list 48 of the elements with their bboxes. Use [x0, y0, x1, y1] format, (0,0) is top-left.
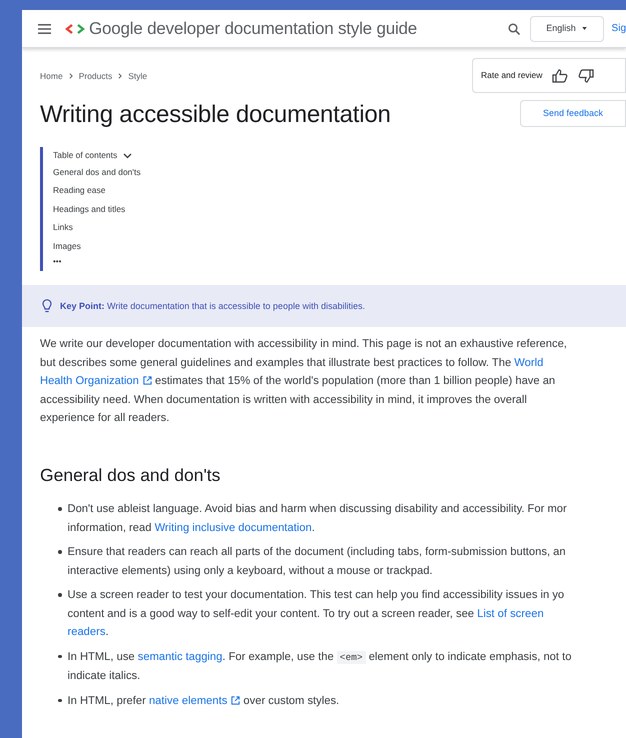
external-link-icon — [142, 376, 152, 386]
thumbs-up-icon[interactable] — [552, 68, 568, 82]
list-item-text: In HTML, use semantic tagging. For example, use the <em> element only to indicate emphasis, not to indicate italics. — [68, 650, 572, 684]
toc-link[interactable]: Links — [53, 218, 626, 237]
code-brackets-icon[interactable] — [65, 24, 85, 34]
bullet-icon — [58, 698, 62, 702]
list-item-text: In HTML, prefer native elements over custom styles. — [68, 694, 340, 708]
link[interactable]: semantic tagging — [138, 650, 222, 662]
menu-icon[interactable] — [38, 24, 51, 34]
sign-in-link[interactable]: Sig — [612, 21, 626, 36]
section-heading: General dos and don'ts — [40, 464, 222, 487]
chevron-right-icon — [68, 73, 73, 80]
link[interactable]: native elements — [148, 694, 228, 706]
link[interactable]: Health Organization — [40, 375, 139, 388]
breadcrumb-link[interactable]: Style — [128, 70, 148, 83]
breadcrumb-link[interactable]: Home — [40, 70, 63, 83]
list-item-text: Don't use ableist language. Avoid bias and harm when discussing disability and accessibility. For mor information, read Writing inclusive documentation. — [68, 502, 567, 536]
lightbulb-icon — [42, 299, 52, 314]
send-feedback-button[interactable]: Send feedback — [520, 100, 626, 127]
toc-link[interactable]: General dos and don'ts — [53, 162, 626, 182]
intro-paragraph: We write our developer documentation with accessibility in mind. This page is not an exhaustive reference, but describes some general guidelines and examples that illustrate best practices to follow. The World Health Organization estimates that 15% of the world's population (more than 1 billion people) have an accessibility need. When documentation is written with accessibility in mind, it improves the overall experience for all readers. — [40, 337, 568, 426]
link[interactable]: readers — [68, 626, 106, 638]
search-icon[interactable] — [508, 22, 520, 34]
rate-and-review-label: Rate and review — [481, 69, 542, 82]
chevron-icon[interactable] — [123, 152, 132, 159]
site-title[interactable]: Google developer documentation style guide — [89, 16, 418, 42]
bullet-icon — [58, 593, 62, 596]
chevron-right-icon — [118, 73, 122, 80]
thumbs-down-icon[interactable] — [578, 68, 594, 82]
toc-link[interactable]: Images — [53, 236, 626, 256]
link[interactable]: List of screen — [477, 608, 544, 620]
external-link-icon — [231, 696, 240, 704]
language-dropdown[interactable]: English — [530, 16, 604, 42]
link[interactable]: World — [514, 356, 544, 369]
list-item-text: Use a screen reader to test your documentation. This test can help you find accessibility issues in yo content and is a good way to self-edit your content. To try out a screen reader, see List of screen readers. — [68, 588, 564, 640]
bullet-icon — [58, 507, 62, 510]
bullet-icon — [58, 550, 62, 554]
breadcrumb-link[interactable]: Products — [78, 70, 112, 83]
page-title: Writing accessible documentation — [40, 100, 392, 130]
bullet-icon — [58, 654, 62, 658]
toc-link[interactable]: Headings and titles — [53, 200, 626, 218]
toc-link[interactable]: Reading ease — [53, 181, 626, 200]
list-item-text: Ensure that readers can reach all parts of the document (including tabs, form-submission buttons, an interactive elements) using only a keyboard, without a mouse or trackpad. — [68, 545, 566, 578]
more-toc-link[interactable]: ••• — [53, 255, 626, 270]
link[interactable]: Writing inclusive documentation — [154, 522, 312, 534]
caret-icon — [582, 27, 587, 30]
key-point-text: Key Point: Write documentation that is accessible to people with disabilities. — [60, 300, 365, 313]
toc-heading[interactable]: Table of contents — [53, 149, 118, 162]
